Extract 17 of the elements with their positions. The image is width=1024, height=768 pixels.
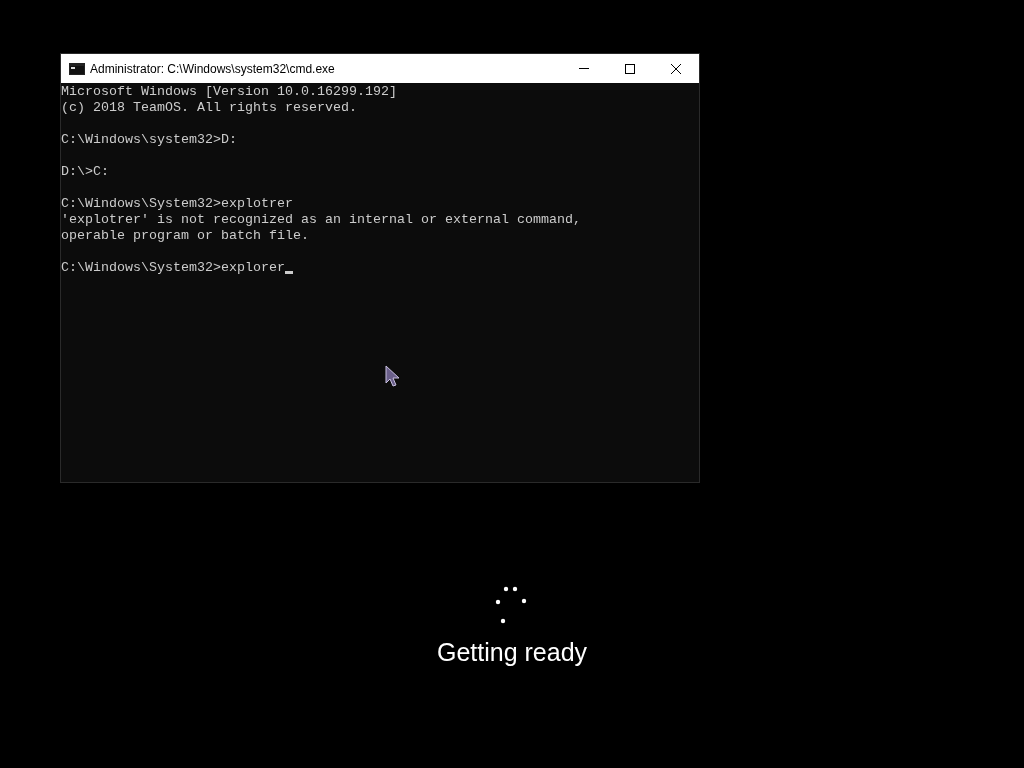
console-line: Microsoft Windows [Version 10.0.16299.192] (61, 84, 398, 100)
console-line: D:\>C: (61, 164, 110, 180)
window-title: Administrator: C:\Windows\system32\cmd.exe (90, 60, 335, 78)
mouse-pointer-icon (385, 365, 401, 387)
command-input[interactable]: C:\Windows\System32>explorer (61, 260, 285, 276)
console-line: C:\Windows\System32>explotrer (61, 196, 294, 212)
console-icon (69, 62, 85, 75)
text-cursor (284, 271, 293, 274)
console-line: C:\Windows\system32>D: (61, 132, 238, 148)
console-line: 'explotrer' is not recognized as an internal or external command, (61, 212, 582, 228)
loading-spinner-icon (495, 586, 529, 626)
close-icon (671, 63, 681, 74)
console-line: operable program or batch file. (61, 228, 310, 244)
maximize-icon (625, 63, 635, 74)
console-line: (c) 2018 TeamOS. All rights reserved. (61, 100, 358, 116)
status-text: Getting ready (436, 637, 588, 668)
minimize-icon (579, 68, 589, 69)
